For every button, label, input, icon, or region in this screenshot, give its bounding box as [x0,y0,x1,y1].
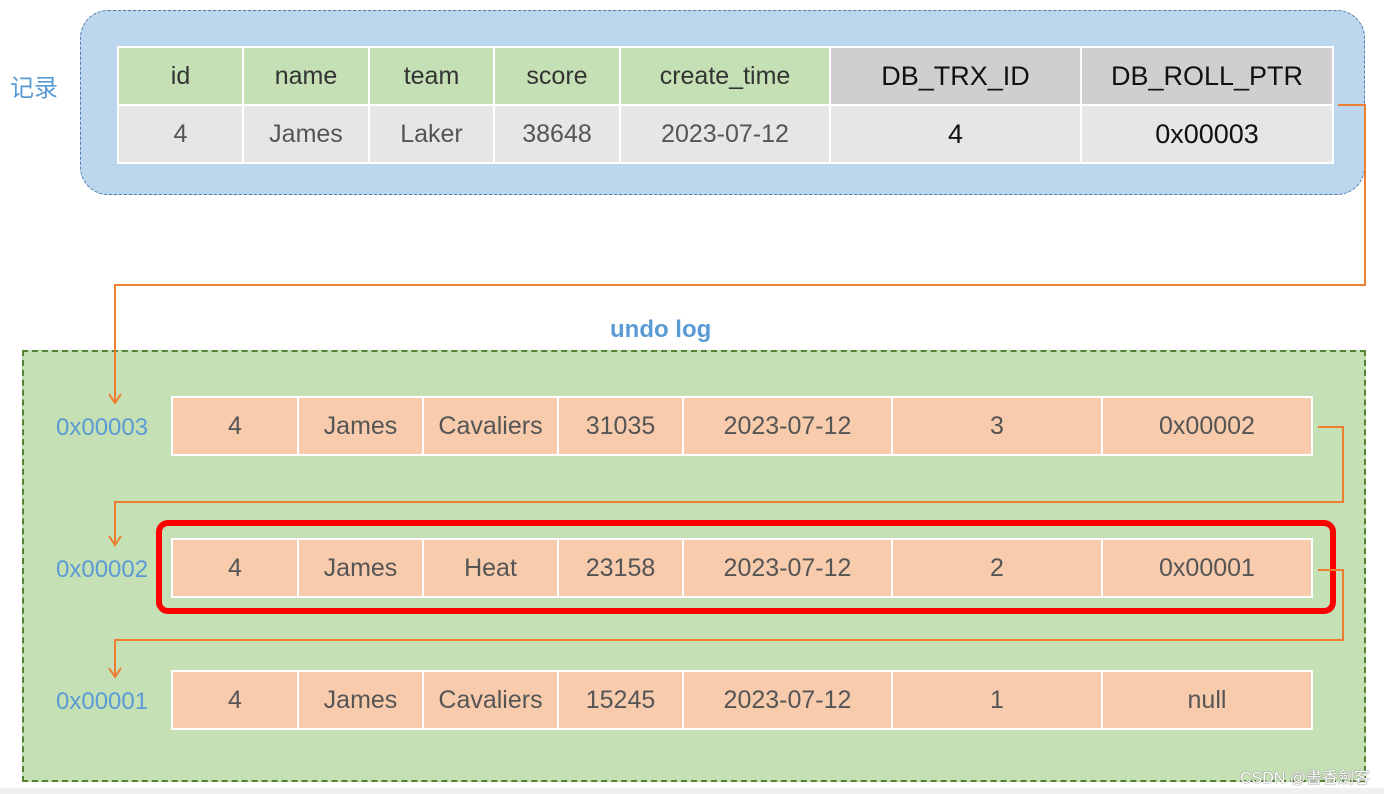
roll-ptr-arrow [114,104,1366,402]
bottom-strip [0,788,1384,794]
pointer-arrows [108,104,1366,679]
watermark: CSDN @書香劍客 [1239,770,1370,787]
roll-ptr-arrow [114,426,1344,544]
roll-ptr-arrow [114,569,1344,676]
